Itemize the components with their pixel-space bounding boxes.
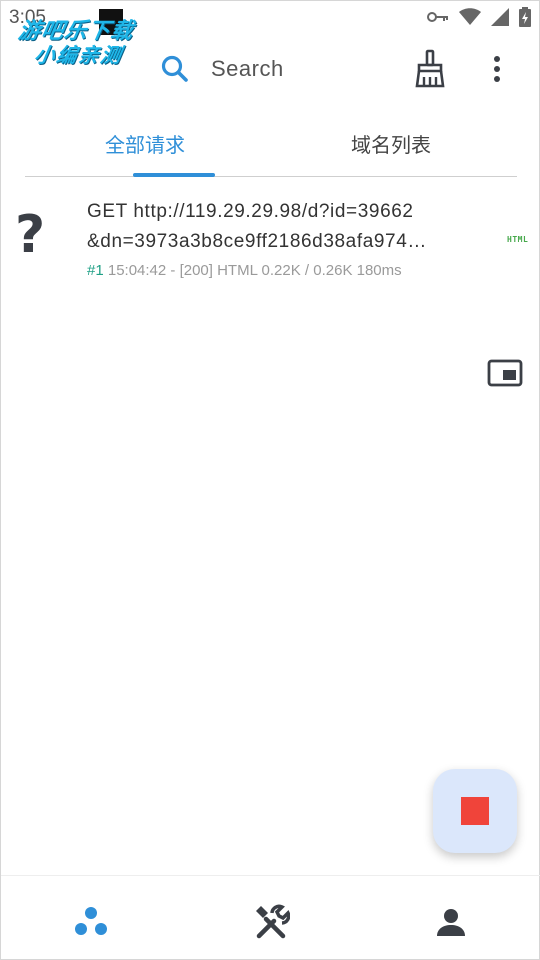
stop-capture-button[interactable] [433,769,517,853]
request-meta: #1 15:04:42 - [200] HTML 0.22K / 0.26K 1… [87,262,402,279]
nav-profile-icon[interactable] [431,902,471,942]
search-icon[interactable] [157,51,193,87]
app-frame: 3:05 游吧乐下载 小编亲测 Search 全部请求 域名列表 ? GET h… [0,0,540,960]
request-details: 15:04:42 - [200] HTML 0.22K / 0.26K 180m… [103,262,402,279]
vpn-key-icon [427,10,449,24]
bottom-navigation [1,875,540,960]
picture-in-picture-icon[interactable] [487,358,523,388]
request-url-line1: GET http://119.29.29.98/d?id=39662 [87,201,414,222]
more-vert-icon[interactable] [485,51,509,87]
nav-home-dots-icon[interactable] [71,902,111,942]
stop-icon [461,797,489,825]
tab-bar: 全部请求 域名列表 [25,117,517,177]
top-toolbar: Search [1,41,540,97]
signal-icon [491,8,509,26]
request-number: #1 [87,262,104,279]
request-url-line2: &dn=3973a3b8ce9ff2186d38afa974… [87,231,427,252]
broom-icon[interactable] [411,49,449,89]
request-list-item[interactable]: ? GET http://119.29.29.98/d?id=39662 &dn… [1,191,540,287]
nav-tools-icon[interactable] [251,902,291,942]
html-type-badge: HTML [507,235,529,244]
tab-domain-list[interactable]: 域名列表 [351,129,431,158]
tab-all-requests[interactable]: 全部请求 [105,129,185,158]
search-label[interactable]: Search [211,56,284,82]
tab-active-indicator [133,173,215,177]
battery-charging-icon [519,7,531,27]
question-mark-icon: ? [15,205,46,265]
status-icons [427,7,531,27]
wifi-icon [459,8,481,26]
